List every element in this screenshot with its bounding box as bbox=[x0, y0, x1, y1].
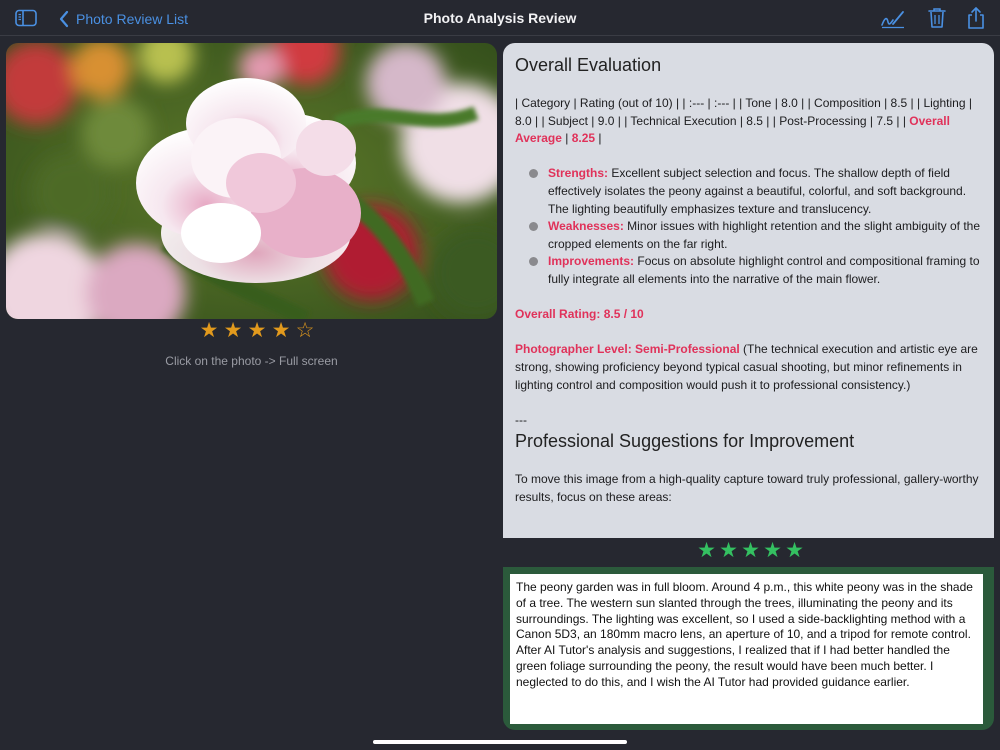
photo-preview[interactable] bbox=[6, 43, 497, 319]
photo-star-rating: ★ ★ ★ ★ ☆ bbox=[198, 320, 316, 342]
star-filled-icon[interactable]: ★ bbox=[246, 320, 268, 342]
share-icon bbox=[968, 7, 984, 29]
bullet-icon bbox=[529, 257, 538, 267]
signature-pen-icon bbox=[881, 11, 904, 29]
separator-text: --- bbox=[515, 412, 527, 427]
trash-icon bbox=[928, 8, 946, 28]
home-indicator bbox=[373, 740, 627, 744]
bullet-icon bbox=[529, 169, 538, 179]
page-title: Photo Analysis Review bbox=[423, 10, 577, 26]
star-filled-icon[interactable]: ★ bbox=[718, 540, 739, 562]
share-button[interactable] bbox=[964, 5, 988, 31]
star-filled-icon[interactable]: ★ bbox=[762, 540, 783, 562]
star-filled-icon[interactable]: ★ bbox=[270, 320, 292, 342]
rating-table-text: | Category | Rating (out of 10) | | :---… bbox=[515, 96, 972, 146]
user-star-rating[interactable]: ★ ★ ★ ★ ★ bbox=[696, 540, 805, 562]
photographer-level: Photographer Level: Semi-Professional (T… bbox=[515, 342, 978, 392]
suggestions-intro: To move this image from a high-quality c… bbox=[515, 472, 979, 504]
strengths-item: Strengths: Excellent subject selection a… bbox=[515, 165, 982, 218]
user-note-textarea[interactable]: The peony garden was in full bloom. Arou… bbox=[510, 574, 983, 724]
note-frame: The peony garden was in full bloom. Arou… bbox=[503, 567, 994, 730]
evaluation-panel[interactable]: Overall Evaluation | Category | Rating (… bbox=[503, 43, 994, 538]
star-filled-icon[interactable]: ★ bbox=[740, 540, 761, 562]
star-filled-icon[interactable]: ★ bbox=[696, 540, 717, 562]
star-empty-icon[interactable]: ☆ bbox=[294, 320, 316, 342]
fullscreen-hint: Click on the photo -> Full screen bbox=[165, 354, 338, 368]
user-rating-strip: ★ ★ ★ ★ ★ bbox=[503, 538, 994, 566]
star-filled-icon[interactable]: ★ bbox=[198, 320, 220, 342]
peony-photo bbox=[6, 43, 497, 319]
delete-button[interactable] bbox=[926, 6, 948, 30]
evaluation-heading: Overall Evaluation bbox=[515, 55, 662, 75]
star-filled-icon[interactable]: ★ bbox=[222, 320, 244, 342]
weaknesses-item: Weaknesses: Minor issues with highlight … bbox=[515, 218, 982, 253]
improvements-item: Improvements: Focus on absolute highligh… bbox=[515, 253, 982, 288]
suggestions-heading: Professional Suggestions for Improvement bbox=[515, 431, 855, 452]
navigation-bar: Photo Review List Photo Analysis Review bbox=[0, 0, 1000, 36]
overall-rating: Overall Rating: 8.5 / 10 bbox=[515, 307, 644, 322]
edit-button[interactable] bbox=[880, 7, 906, 29]
bullet-icon bbox=[529, 222, 538, 232]
star-filled-icon[interactable]: ★ bbox=[784, 540, 805, 562]
nav-divider bbox=[0, 35, 1000, 36]
